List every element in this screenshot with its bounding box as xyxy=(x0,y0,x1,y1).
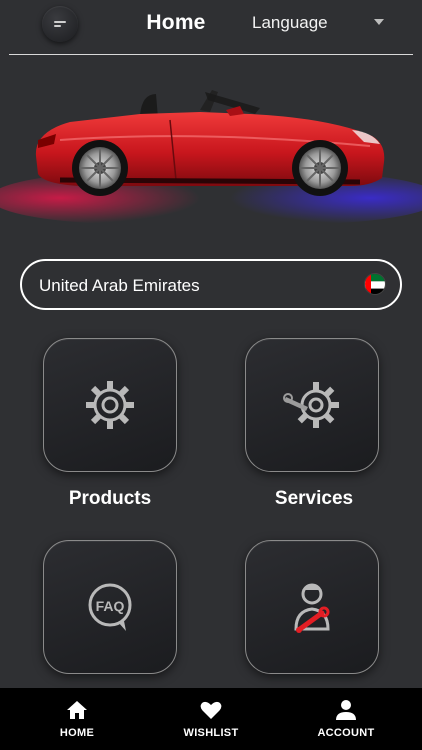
nav-wishlist[interactable]: WISHLIST xyxy=(161,688,261,750)
user-icon xyxy=(336,700,356,720)
nav-account-label: ACCOUNT xyxy=(317,727,375,739)
chevron-down-icon[interactable] xyxy=(374,19,384,25)
gear-wrench-icon xyxy=(283,382,339,428)
faq-tile[interactable]: FAQ xyxy=(43,540,177,674)
products-tile[interactable] xyxy=(43,338,177,472)
hero-car-image xyxy=(0,70,422,240)
products-label[interactable]: Products xyxy=(30,488,190,510)
app-header: Home Language xyxy=(0,0,422,56)
nav-account[interactable]: ACCOUNT xyxy=(296,688,396,750)
mechanic-tile[interactable] xyxy=(245,540,379,674)
heart-icon xyxy=(200,701,222,719)
mechanic-icon xyxy=(294,583,330,633)
gear-icon xyxy=(86,381,134,429)
menu-icon xyxy=(54,21,66,27)
page-title: Home xyxy=(146,11,206,34)
country-value: United Arab Emirates xyxy=(39,276,200,295)
nav-home-label: HOME xyxy=(59,727,95,739)
car-image xyxy=(0,90,422,224)
home-icon xyxy=(67,701,87,719)
bottom-navigation: HOME WISHLIST ACCOUNT xyxy=(0,688,422,750)
country-selector[interactable]: United Arab Emirates xyxy=(20,259,402,310)
language-selector[interactable]: Language xyxy=(252,13,328,33)
svg-text:FAQ: FAQ xyxy=(96,598,125,614)
nav-wishlist-label: WISHLIST xyxy=(183,727,239,739)
services-tile[interactable] xyxy=(245,338,379,472)
faq-icon: FAQ xyxy=(88,583,132,631)
header-divider xyxy=(9,54,413,55)
nav-home[interactable]: HOME xyxy=(27,688,127,750)
uae-flag-icon xyxy=(364,273,386,295)
services-label[interactable]: Services xyxy=(234,488,394,510)
menu-button[interactable] xyxy=(42,6,78,42)
